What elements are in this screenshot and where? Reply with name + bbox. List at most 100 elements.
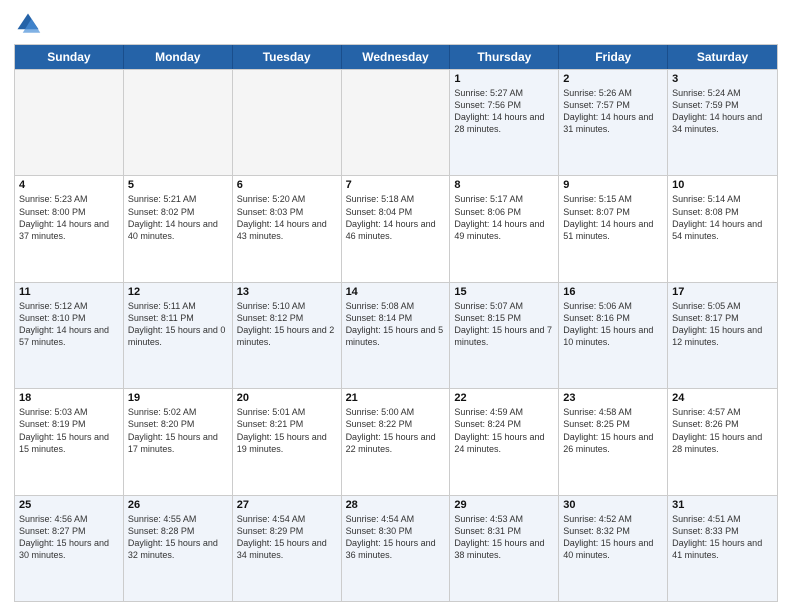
day-info: Sunrise: 4:57 AM Sunset: 8:26 PM Dayligh…: [672, 406, 773, 455]
day-number: 23: [563, 392, 663, 404]
day-cell-17: 17 Sunrise: 5:05 AM Sunset: 8:17 PM Dayli…: [668, 283, 777, 388]
day-number: 1: [454, 73, 554, 85]
day-cell-29: 29Sunrise: 4:53 AM Sunset: 8:31 PM Dayli…: [450, 496, 559, 601]
day-cell-9: 9 Sunrise: 5:15 AM Sunset: 8:07 PM Daylig…: [559, 176, 668, 281]
day-number: 9: [563, 179, 663, 191]
day-cell-7: 7 Sunrise: 5:18 AM Sunset: 8:04 PM Daylig…: [342, 176, 451, 281]
day-number: 31: [672, 499, 773, 511]
day-cell-5: 5 Sunrise: 5:21 AM Sunset: 8:02 PM Daylig…: [124, 176, 233, 281]
day-cell-25: 25Sunrise: 4:56 AM Sunset: 8:27 PM Dayli…: [15, 496, 124, 601]
day-info: Sunrise: 4:55 AM Sunset: 8:28 PM Dayligh…: [128, 513, 228, 562]
day-info: Sunrise: 5:07 AM Sunset: 8:15 PM Dayligh…: [454, 300, 554, 349]
day-number: 10: [672, 179, 773, 191]
calendar-row-3: 18 Sunrise: 5:03 AM Sunset: 8:19 PM Dayli…: [15, 388, 777, 494]
header-day-monday: Monday: [124, 45, 233, 69]
day-cell-28: 28Sunrise: 4:54 AM Sunset: 8:30 PM Dayli…: [342, 496, 451, 601]
day-info: Sunrise: 5:20 AM Sunset: 8:03 PM Dayligh…: [237, 193, 337, 242]
calendar-row-4: 25Sunrise: 4:56 AM Sunset: 8:27 PM Dayli…: [15, 495, 777, 601]
day-number: 27: [237, 499, 337, 511]
day-cell-31: 31 Sunrise: 4:51 AM Sunset: 8:33 PM Dayli…: [668, 496, 777, 601]
day-cell-15: 15 Sunrise: 5:07 AM Sunset: 8:15 PM Dayli…: [450, 283, 559, 388]
day-cell-20: 20Sunrise: 5:01 AM Sunset: 8:21 PM Dayli…: [233, 389, 342, 494]
calendar-row-0: 1Sunrise: 5:27 AM Sunset: 7:56 PM Daylig…: [15, 69, 777, 175]
day-cell-11: 11Sunrise: 5:12 AM Sunset: 8:10 PM Dayli…: [15, 283, 124, 388]
day-info: Sunrise: 4:51 AM Sunset: 8:33 PM Dayligh…: [672, 513, 773, 562]
day-cell-4: 4 Sunrise: 5:23 AM Sunset: 8:00 PM Daylig…: [15, 176, 124, 281]
day-number: 13: [237, 286, 337, 298]
calendar: SundayMondayTuesdayWednesdayThursdayFrid…: [14, 44, 778, 602]
header: [14, 10, 778, 38]
day-cell-3: 3 Sunrise: 5:24 AM Sunset: 7:59 PM Daylig…: [668, 70, 777, 175]
day-cell-16: 16 Sunrise: 5:06 AM Sunset: 8:16 PM Dayli…: [559, 283, 668, 388]
day-cell-22: 22 Sunrise: 4:59 AM Sunset: 8:24 PM Dayli…: [450, 389, 559, 494]
day-number: 5: [128, 179, 228, 191]
day-number: 12: [128, 286, 228, 298]
empty-cell: [233, 70, 342, 175]
empty-cell: [342, 70, 451, 175]
day-info: Sunrise: 5:17 AM Sunset: 8:06 PM Dayligh…: [454, 193, 554, 242]
day-info: Sunrise: 4:54 AM Sunset: 8:29 PM Dayligh…: [237, 513, 337, 562]
day-info: Sunrise: 4:59 AM Sunset: 8:24 PM Dayligh…: [454, 406, 554, 455]
header-day-thursday: Thursday: [450, 45, 559, 69]
day-info: Sunrise: 5:02 AM Sunset: 8:20 PM Dayligh…: [128, 406, 228, 455]
day-info: Sunrise: 4:54 AM Sunset: 8:30 PM Dayligh…: [346, 513, 446, 562]
day-cell-26: 26Sunrise: 4:55 AM Sunset: 8:28 PM Dayli…: [124, 496, 233, 601]
day-number: 18: [19, 392, 119, 404]
day-cell-13: 13 Sunrise: 5:10 AM Sunset: 8:12 PM Dayli…: [233, 283, 342, 388]
day-info: Sunrise: 5:05 AM Sunset: 8:17 PM Dayligh…: [672, 300, 773, 349]
day-number: 4: [19, 179, 119, 191]
day-info: Sunrise: 5:00 AM Sunset: 8:22 PM Dayligh…: [346, 406, 446, 455]
logo-icon: [14, 10, 42, 38]
day-number: 15: [454, 286, 554, 298]
calendar-row-1: 4 Sunrise: 5:23 AM Sunset: 8:00 PM Daylig…: [15, 175, 777, 281]
day-info: Sunrise: 5:18 AM Sunset: 8:04 PM Dayligh…: [346, 193, 446, 242]
day-number: 7: [346, 179, 446, 191]
header-day-sunday: Sunday: [15, 45, 124, 69]
day-number: 21: [346, 392, 446, 404]
day-info: Sunrise: 5:23 AM Sunset: 8:00 PM Dayligh…: [19, 193, 119, 242]
calendar-row-2: 11Sunrise: 5:12 AM Sunset: 8:10 PM Dayli…: [15, 282, 777, 388]
day-cell-12: 12 Sunrise: 5:11 AM Sunset: 8:11 PM Dayli…: [124, 283, 233, 388]
day-cell-30: 30Sunrise: 4:52 AM Sunset: 8:32 PM Dayli…: [559, 496, 668, 601]
day-info: Sunrise: 5:11 AM Sunset: 8:11 PM Dayligh…: [128, 300, 228, 349]
day-number: 17: [672, 286, 773, 298]
day-number: 11: [19, 286, 119, 298]
day-cell-1: 1Sunrise: 5:27 AM Sunset: 7:56 PM Daylig…: [450, 70, 559, 175]
day-cell-18: 18 Sunrise: 5:03 AM Sunset: 8:19 PM Dayli…: [15, 389, 124, 494]
day-cell-24: 24Sunrise: 4:57 AM Sunset: 8:26 PM Dayli…: [668, 389, 777, 494]
day-cell-27: 27 Sunrise: 4:54 AM Sunset: 8:29 PM Dayli…: [233, 496, 342, 601]
day-number: 3: [672, 73, 773, 85]
day-number: 22: [454, 392, 554, 404]
header-day-saturday: Saturday: [668, 45, 777, 69]
day-number: 19: [128, 392, 228, 404]
day-info: Sunrise: 4:58 AM Sunset: 8:25 PM Dayligh…: [563, 406, 663, 455]
day-info: Sunrise: 5:10 AM Sunset: 8:12 PM Dayligh…: [237, 300, 337, 349]
day-cell-10: 10Sunrise: 5:14 AM Sunset: 8:08 PM Dayli…: [668, 176, 777, 281]
day-info: Sunrise: 5:26 AM Sunset: 7:57 PM Dayligh…: [563, 87, 663, 136]
day-number: 8: [454, 179, 554, 191]
calendar-body: 1Sunrise: 5:27 AM Sunset: 7:56 PM Daylig…: [15, 69, 777, 601]
calendar-header: SundayMondayTuesdayWednesdayThursdayFrid…: [15, 45, 777, 69]
day-number: 14: [346, 286, 446, 298]
day-cell-21: 21 Sunrise: 5:00 AM Sunset: 8:22 PM Dayli…: [342, 389, 451, 494]
day-info: Sunrise: 5:15 AM Sunset: 8:07 PM Dayligh…: [563, 193, 663, 242]
day-cell-2: 2Sunrise: 5:26 AM Sunset: 7:57 PM Daylig…: [559, 70, 668, 175]
day-number: 16: [563, 286, 663, 298]
day-info: Sunrise: 5:08 AM Sunset: 8:14 PM Dayligh…: [346, 300, 446, 349]
day-info: Sunrise: 5:24 AM Sunset: 7:59 PM Dayligh…: [672, 87, 773, 136]
day-info: Sunrise: 4:56 AM Sunset: 8:27 PM Dayligh…: [19, 513, 119, 562]
page: SundayMondayTuesdayWednesdayThursdayFrid…: [0, 0, 792, 612]
day-info: Sunrise: 5:03 AM Sunset: 8:19 PM Dayligh…: [19, 406, 119, 455]
day-cell-6: 6Sunrise: 5:20 AM Sunset: 8:03 PM Daylig…: [233, 176, 342, 281]
logo: [14, 10, 46, 38]
header-day-tuesday: Tuesday: [233, 45, 342, 69]
day-cell-8: 8 Sunrise: 5:17 AM Sunset: 8:06 PM Daylig…: [450, 176, 559, 281]
day-cell-23: 23 Sunrise: 4:58 AM Sunset: 8:25 PM Dayli…: [559, 389, 668, 494]
empty-cell: [124, 70, 233, 175]
day-info: Sunrise: 5:21 AM Sunset: 8:02 PM Dayligh…: [128, 193, 228, 242]
header-day-wednesday: Wednesday: [342, 45, 451, 69]
day-number: 30: [563, 499, 663, 511]
empty-cell: [15, 70, 124, 175]
day-info: Sunrise: 5:06 AM Sunset: 8:16 PM Dayligh…: [563, 300, 663, 349]
day-cell-19: 19 Sunrise: 5:02 AM Sunset: 8:20 PM Dayli…: [124, 389, 233, 494]
